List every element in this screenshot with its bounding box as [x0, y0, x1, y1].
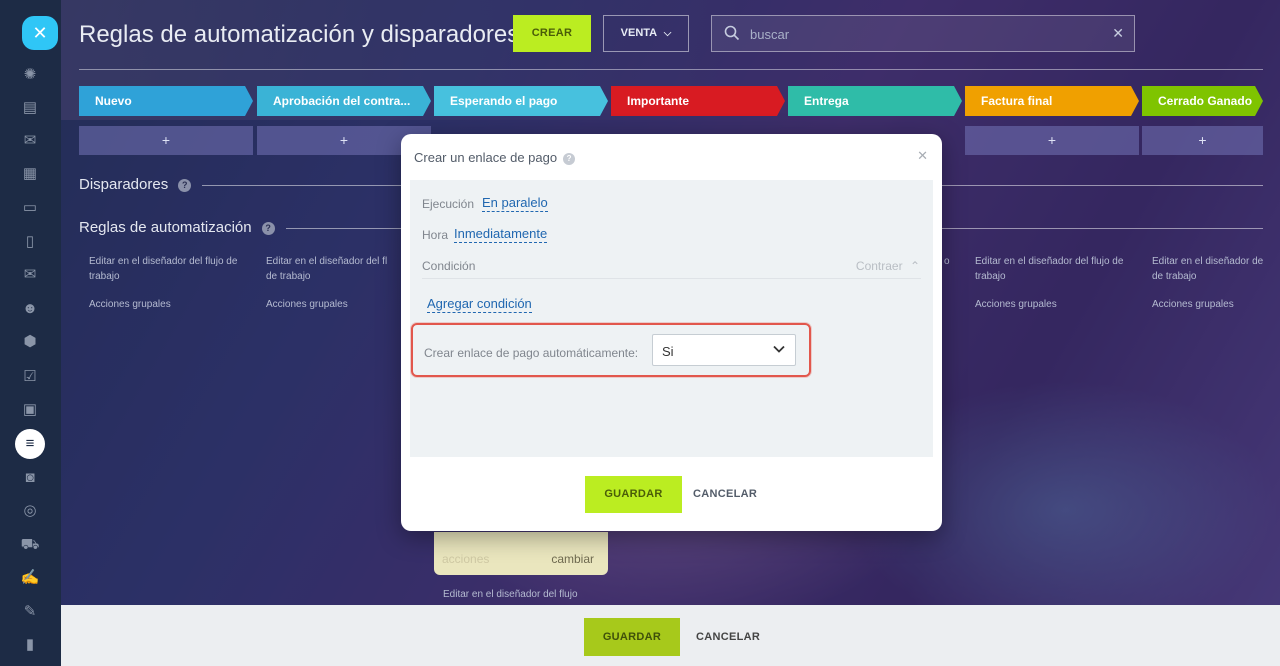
auto-create-select[interactable]: Si: [652, 334, 796, 366]
edit-workflow-link[interactable]: Editar en el diseñador del flujo de trab…: [89, 254, 257, 284]
contact-card-icon[interactable]: ▣: [19, 399, 41, 421]
stage-esperando-pago[interactable]: Esperando el pago: [434, 86, 608, 116]
chevron-up-icon: ⌃: [909, 259, 920, 273]
dialog-cancel-button[interactable]: CANCELAR: [693, 476, 757, 513]
rules-label: Reglas de automatización: [79, 219, 252, 236]
add-trigger-button[interactable]: +: [1142, 126, 1263, 155]
card-actions-label: acciones: [442, 552, 490, 566]
highlight-box: Crear enlace de pago automáticamente: Si: [411, 323, 811, 377]
edit-workflow-link[interactable]: Editar en el diseñador del flujo: [443, 589, 578, 600]
hexagon-icon[interactable]: ⬢: [19, 331, 41, 353]
group-actions-link[interactable]: Acciones grupales: [975, 297, 1143, 312]
help-icon[interactable]: ?: [178, 179, 192, 192]
search-icon: [724, 25, 740, 41]
chat-icon[interactable]: ✉: [19, 130, 41, 152]
help-icon[interactable]: ?: [563, 153, 576, 165]
stage-aprobacion[interactable]: Aprobación del contra...: [257, 86, 431, 116]
edit-workflow-link[interactable]: Editar en el diseñador de de trabajo: [1152, 254, 1266, 284]
pipeline-label: VENTA: [620, 27, 657, 39]
rules-divider: [942, 228, 1263, 229]
add-trigger-button[interactable]: +: [965, 126, 1139, 155]
page-title: Reglas de automatización y disparadores: [79, 21, 520, 48]
add-condition-link[interactable]: Agregar condición: [427, 295, 532, 313]
cart-icon[interactable]: ⛟: [19, 534, 41, 556]
collapse-label: Contraer: [855, 259, 903, 273]
execution-mode-link[interactable]: En paralelo: [482, 195, 548, 212]
time-label: Hora: [422, 228, 449, 242]
funnel-icon[interactable]: ≡: [15, 429, 45, 459]
left-rail: ✕ ✺ ▤ ✉ ▦ ▭ ▯ ✉ ☻ ⬢ ☑ ▣ ≡ ◙ ◎ ⛟ ✍ ✎ ▮: [0, 0, 61, 666]
stage-factura-final[interactable]: Factura final: [965, 86, 1139, 116]
auto-create-label: Crear enlace de pago automáticamente:: [424, 346, 639, 360]
stage-cerrado-ganado[interactable]: Cerrado Ganado: [1142, 86, 1263, 116]
add-trigger-button[interactable]: +: [79, 126, 253, 155]
close-icon[interactable]: ✕: [22, 16, 58, 50]
collapse-toggle[interactable]: Contraer ⌃: [856, 259, 920, 273]
rules-section-title: Reglas de automatización?: [79, 219, 275, 236]
rules-divider: [286, 228, 402, 229]
triggers-label: Disparadores: [79, 176, 169, 193]
dialog-title: Crear un enlace de pago?: [414, 150, 576, 165]
search-field[interactable]: buscar ✕: [711, 15, 1135, 52]
robot-icon[interactable]: ◙: [19, 467, 41, 489]
auto-create-value: Si: [662, 344, 674, 359]
save-button[interactable]: GUARDAR: [584, 618, 680, 656]
edit-workflow-link-fragment: o: [944, 256, 950, 267]
edit-list-icon[interactable]: ✎: [19, 601, 41, 623]
task-icon[interactable]: ☑: [19, 366, 41, 388]
chevron-down-icon: [773, 345, 785, 353]
chevron-down-icon: ⌵: [663, 28, 672, 39]
clear-icon[interactable]: ✕: [1112, 25, 1124, 42]
group-actions-link[interactable]: Acciones grupales: [1152, 297, 1280, 312]
group-actions-link[interactable]: Acciones grupales: [89, 297, 257, 312]
header-divider: [79, 69, 1263, 70]
triggers-divider: [202, 185, 402, 186]
condition-label: Condición: [422, 259, 476, 273]
target-icon[interactable]: ◎: [19, 500, 41, 522]
payment-link-dialog: Crear un enlace de pago? ✕ Ejecución En …: [401, 134, 942, 531]
people-icon[interactable]: ☻: [19, 298, 41, 320]
signature-icon[interactable]: ✍: [19, 567, 41, 589]
stage-nuevo[interactable]: Nuevo: [79, 86, 253, 116]
mail-icon[interactable]: ✉: [19, 264, 41, 286]
calendar-icon[interactable]: ▦: [19, 163, 41, 185]
analytics-icon[interactable]: ▮: [19, 634, 41, 656]
drive-icon[interactable]: ▭: [19, 197, 41, 219]
stage-importante[interactable]: Importante: [611, 86, 785, 116]
pulse-icon[interactable]: ✺: [19, 64, 41, 86]
create-button[interactable]: CREAR: [513, 15, 591, 52]
help-icon[interactable]: ?: [261, 222, 275, 235]
dialog-title-text: Crear un enlace de pago: [414, 150, 558, 165]
automation-rule-card[interactable]: acciones cambiar: [434, 532, 608, 575]
dialog-save-button[interactable]: GUARDAR: [585, 476, 682, 513]
time-link[interactable]: Inmediatamente: [454, 226, 548, 243]
triggers-section-title: Disparadores?: [79, 176, 192, 193]
dialog-body: Ejecución En paralelo Hora Inmediatament…: [410, 180, 933, 457]
pipeline-select[interactable]: VENTA ⌵: [603, 15, 689, 52]
triggers-divider: [942, 185, 1263, 186]
search-input[interactable]: buscar: [750, 27, 789, 42]
execution-label: Ejecución: [422, 197, 475, 211]
card-change-link[interactable]: cambiar: [551, 552, 594, 566]
edit-workflow-link[interactable]: Editar en el diseñador del fl de trabajo: [266, 254, 400, 284]
edit-workflow-link[interactable]: Editar en el diseñador del flujo de trab…: [975, 254, 1143, 284]
document-icon[interactable]: ▯: [19, 231, 41, 253]
news-icon[interactable]: ▤: [19, 97, 41, 119]
close-icon[interactable]: ✕: [917, 148, 928, 164]
cancel-button[interactable]: CANCELAR: [696, 618, 760, 656]
stage-entrega[interactable]: Entrega: [788, 86, 962, 116]
condition-divider: [422, 278, 921, 279]
